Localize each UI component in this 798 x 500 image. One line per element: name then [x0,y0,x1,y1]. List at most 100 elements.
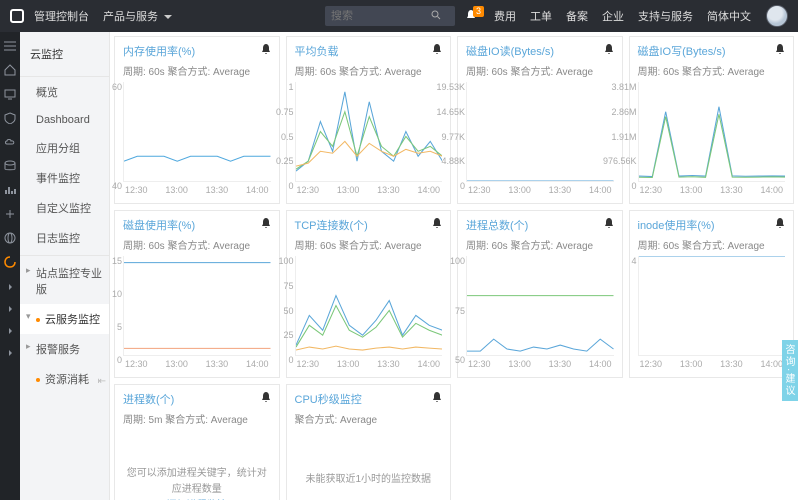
card-title[interactable]: 进程总数(个) [466,217,528,233]
side-panel: 云监控 概览 Dashboard 应用分组 事件监控 自定义监控 日志监控 ▸站… [20,32,110,500]
card-subtitle: 周期: 60s 聚合方式: Average [123,63,271,78]
card-bell-icon[interactable] [261,44,271,58]
beian-link[interactable]: 备案 [566,8,588,24]
nav-rail [0,32,20,500]
x-tick: 12:30 [297,359,320,369]
card-title[interactable]: 进程数(个) [123,391,174,407]
menu-overview[interactable]: 概览 [20,77,109,107]
menu-dashboard[interactable]: Dashboard [20,107,109,133]
card-bell-icon[interactable] [261,392,271,406]
rail-cross-icon[interactable] [4,208,16,220]
x-tick: 13:30 [549,359,572,369]
avatar[interactable] [766,5,788,27]
chart-card: 磁盘使用率(%)周期: 60s 聚合方式: Average15105012:30… [114,210,280,378]
chevron-right-icon: ▸ [26,265,31,276]
rail-security-icon[interactable] [4,112,16,124]
search-box[interactable] [325,6,455,26]
enterprise-link[interactable]: 企业 [602,8,624,24]
x-tick: 13:30 [206,185,229,195]
card-bell-icon[interactable] [432,218,442,232]
rail-expand-icon[interactable] [9,328,12,334]
top-bar: 管理控制台 产品与服务 3 费用 工单 备案 企业 支持与服务 简体中文 [0,0,798,32]
card-title[interactable]: 磁盘IO读(Bytes/s) [466,43,554,59]
x-tick: 14:00 [417,359,440,369]
x-tick: 13:30 [377,359,400,369]
chevron-right-icon: ▸ [26,341,31,352]
rail-globe-icon[interactable] [4,232,16,244]
dot-icon [36,318,40,322]
card-subtitle: 聚合方式: Average [295,411,443,426]
rail-home-icon[interactable] [4,64,16,76]
rail-cloud-icon[interactable] [4,136,16,148]
card-bell-icon[interactable] [775,44,785,58]
x-tick: 12:30 [297,185,320,195]
card-title[interactable]: 平均负载 [295,43,339,59]
x-tick: 13:30 [377,185,400,195]
card-bell-icon[interactable] [432,392,442,406]
menu-cloudservice[interactable]: ▾ 云服务监控 [20,304,109,334]
card-subtitle: 周期: 60s 聚合方式: Average [638,237,786,252]
rail-database-icon[interactable] [4,160,16,172]
rail-expand-icon[interactable] [9,284,12,290]
card-bell-icon[interactable] [604,218,614,232]
line-chart: 6040 [123,82,271,182]
card-title[interactable]: CPU秒级监控 [295,391,362,407]
rail-active-icon[interactable] [4,256,16,268]
card-title[interactable]: 内存使用率(%) [123,43,195,59]
brand-logo-icon[interactable] [10,9,24,23]
search-icon[interactable] [431,9,441,23]
rail-expand-icon[interactable] [9,350,12,356]
menu-appgroup[interactable]: 应用分组 [20,133,109,163]
chart-card: 进程数(个)周期: 5m 聚合方式: Average您可以添加进程关键字，统计对… [114,384,280,500]
rail-expand-icon[interactable] [9,306,12,312]
card-title[interactable]: inode使用率(%) [638,217,715,233]
card-bell-icon[interactable] [775,218,785,232]
search-input[interactable] [331,10,431,22]
menu-event[interactable]: 事件监控 [20,163,109,193]
notifications[interactable]: 3 [465,9,477,24]
chart-card: 内存使用率(%)周期: 60s 聚合方式: Average604012:3013… [114,36,280,204]
support-link[interactable]: 支持与服务 [638,8,693,24]
line-chart: 10.750.50.250 [295,82,443,182]
feedback-tab[interactable]: 咨询·建议 [782,340,798,401]
line-chart: 3.81M2.86M1.91M976.56K0 [638,82,786,182]
chart-card: TCP连接数(个)周期: 60s 聚合方式: Average1007550250… [286,210,452,378]
x-tick: 13:30 [549,185,572,195]
x-tick: 12:30 [468,185,491,195]
x-tick: 13:00 [508,359,531,369]
card-subtitle: 周期: 5m 聚合方式: Average [123,411,271,426]
menu-custom[interactable]: 自定义监控 [20,193,109,223]
menu-site[interactable]: ▸站点监控专业版 [20,258,109,304]
empty-cpu: 未能获取近1小时的监控数据 [295,430,443,500]
rail-menu-icon[interactable] [4,40,16,52]
chevron-down-icon: ▾ [26,311,31,322]
console-link[interactable]: 管理控制台 [34,8,89,24]
menu-label: 云服务监控 [45,314,100,326]
menu-log[interactable]: 日志监控 [20,223,109,253]
card-bell-icon[interactable] [432,44,442,58]
menu-resource[interactable]: 资源消耗 [20,364,109,394]
card-title[interactable]: 磁盘IO写(Bytes/s) [638,43,726,59]
x-tick: 14:00 [246,359,269,369]
menu-alert[interactable]: ▸报警服务 [20,334,109,364]
x-tick: 12:30 [468,359,491,369]
panel-collapse-icon[interactable]: ⇤ [98,376,106,387]
card-subtitle: 周期: 60s 聚合方式: Average [466,63,614,78]
lang-link[interactable]: 简体中文 [707,8,751,24]
fee-link[interactable]: 费用 [494,8,516,24]
workorder-link[interactable]: 工单 [530,8,552,24]
x-tick: 13:30 [206,359,229,369]
panel-title: 云监控 [20,32,109,77]
card-title[interactable]: TCP连接数(个) [295,217,368,233]
menu-label: 资源消耗 [45,374,89,386]
dot-icon [36,378,40,382]
card-title[interactable]: 磁盘使用率(%) [123,217,195,233]
rail-analytics-icon[interactable] [4,184,16,196]
x-tick: 12:30 [125,359,148,369]
card-bell-icon[interactable] [604,44,614,58]
line-chart: 19.53K14.65K9.77K4.88K0 [466,82,614,182]
card-bell-icon[interactable] [261,218,271,232]
rail-monitor-icon[interactable] [4,88,16,100]
line-chart: 1007550250 [295,256,443,356]
products-link[interactable]: 产品与服务 [103,8,172,24]
